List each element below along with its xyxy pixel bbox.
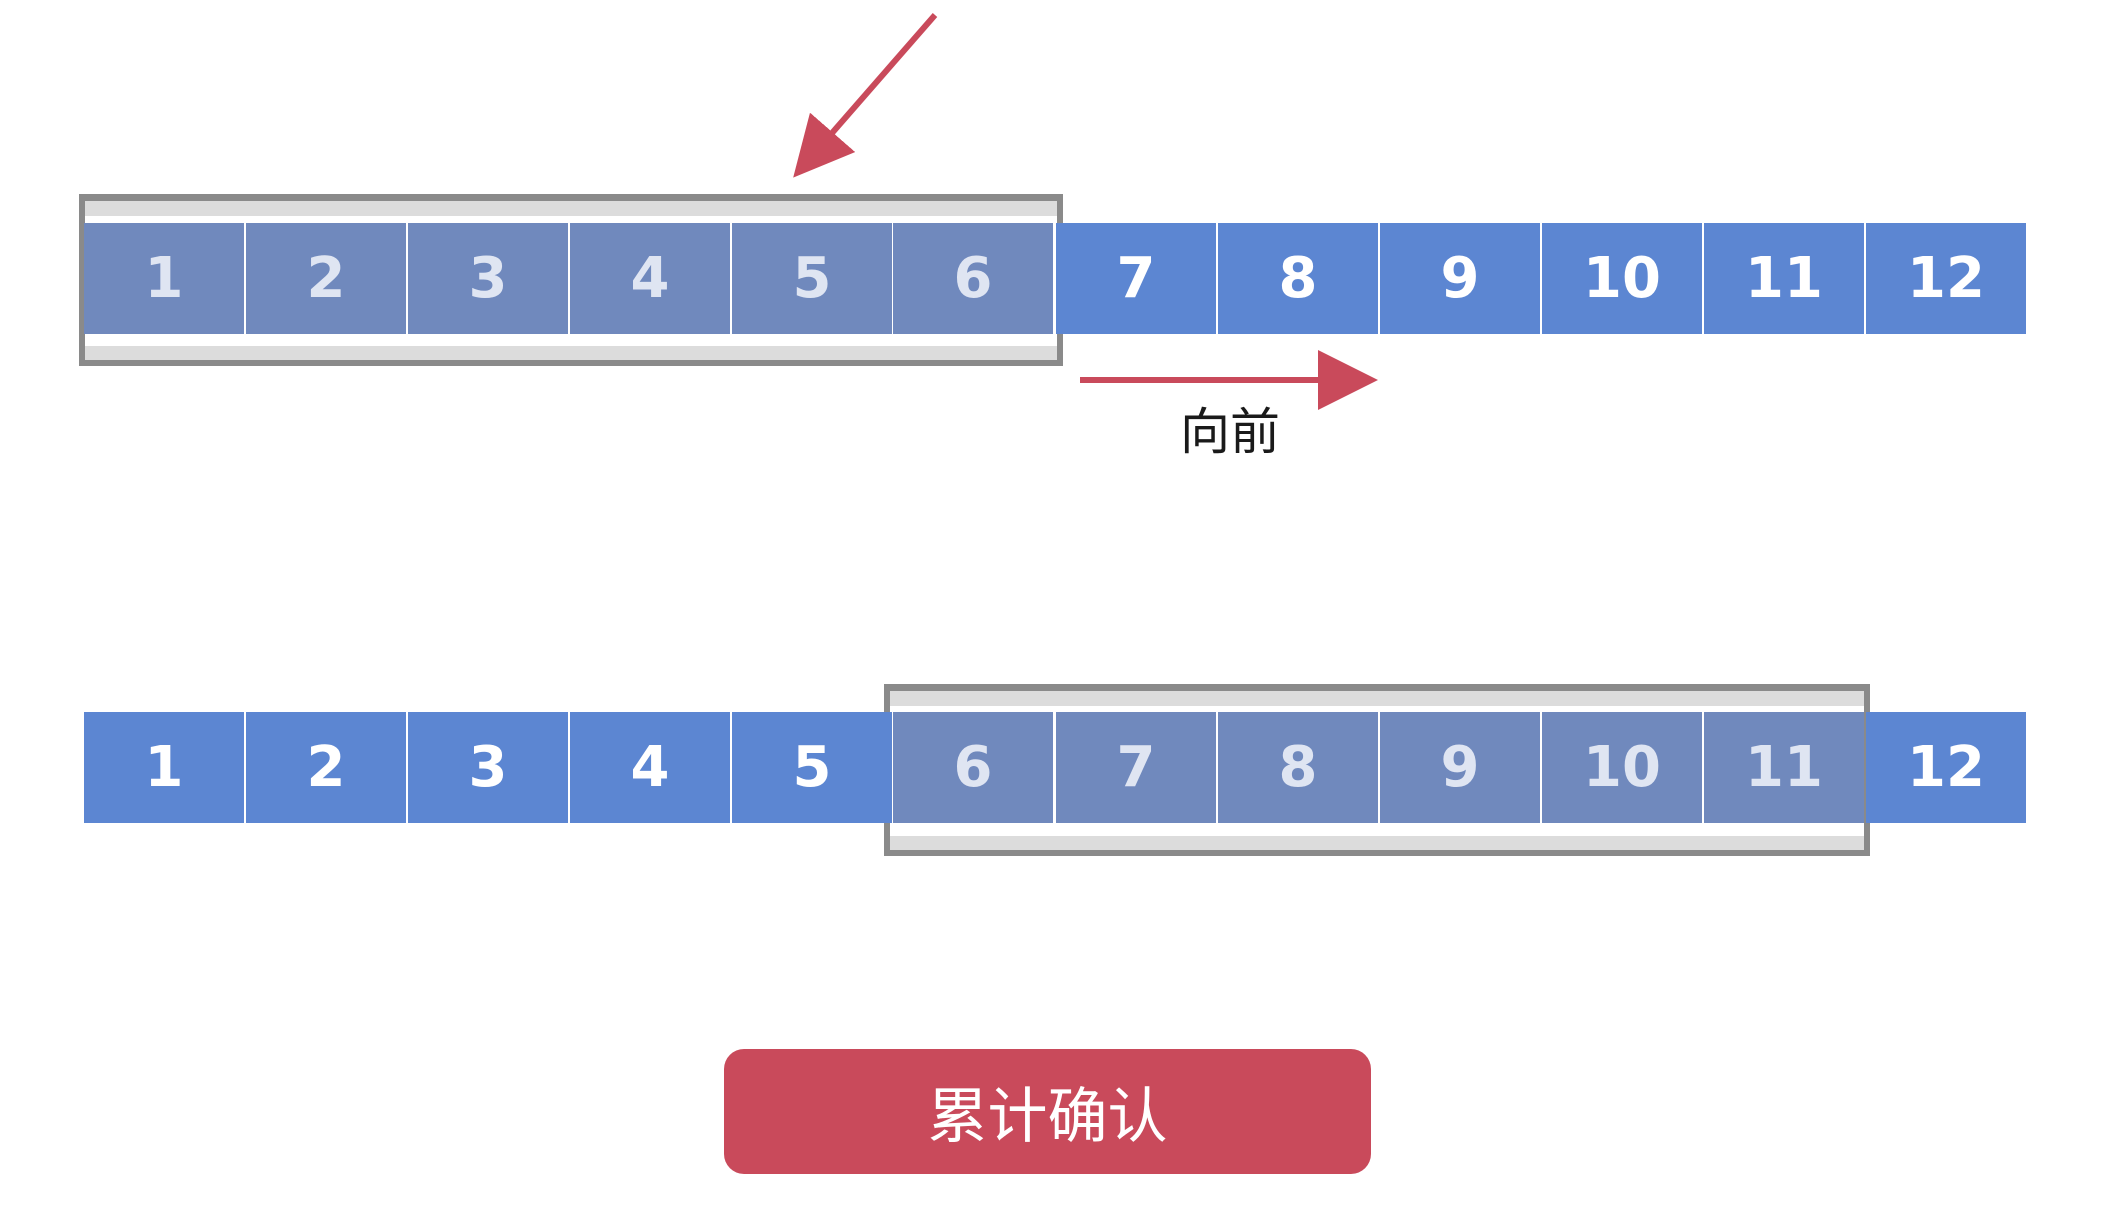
forward-label: 向前	[1180, 403, 1280, 461]
packet-cell: 6	[893, 712, 1053, 823]
packet-cell: 7	[1056, 712, 1216, 823]
arrows-layer	[793, 13, 1378, 410]
packet-cell: 1	[84, 712, 244, 823]
packet-cell: 12	[1866, 223, 2026, 334]
packet-cell: 11	[1704, 712, 1864, 823]
packet-cell: 5	[732, 223, 892, 334]
packet-cell: 3	[408, 712, 568, 823]
top-sequence-row: 1 2 3 4 5 6 7 8 9 10 11 12	[0, 0, 2116, 1218]
packet-cell: 4	[570, 712, 730, 823]
packet-cell: 6	[893, 223, 1053, 334]
packet-cell: 12	[1866, 712, 2026, 823]
packet-cell: 10	[1542, 712, 1702, 823]
packet-cell: 2	[246, 712, 406, 823]
packet-cell: 9	[1380, 223, 1540, 334]
packet-cell: 8	[1218, 712, 1378, 823]
packet-cell: 7	[1056, 223, 1216, 334]
packet-cell: 9	[1380, 712, 1540, 823]
pointer-arrow-icon	[793, 13, 938, 178]
packet-cell: 10	[1542, 223, 1702, 334]
packet-cell: 4	[570, 223, 730, 334]
packet-cell: 3	[408, 223, 568, 334]
packet-cell: 8	[1218, 223, 1378, 334]
cumulative-ack-button[interactable]: 累计确认	[724, 1049, 1371, 1174]
packet-cell: 11	[1704, 223, 1864, 334]
packet-cell: 2	[246, 223, 406, 334]
bottom-sequence-row: 1 2 3 4 5 6 7 8 9 10 11 12	[0, 0, 2116, 1218]
packet-cell: 1	[84, 223, 244, 334]
packet-cell: 5	[732, 712, 892, 823]
